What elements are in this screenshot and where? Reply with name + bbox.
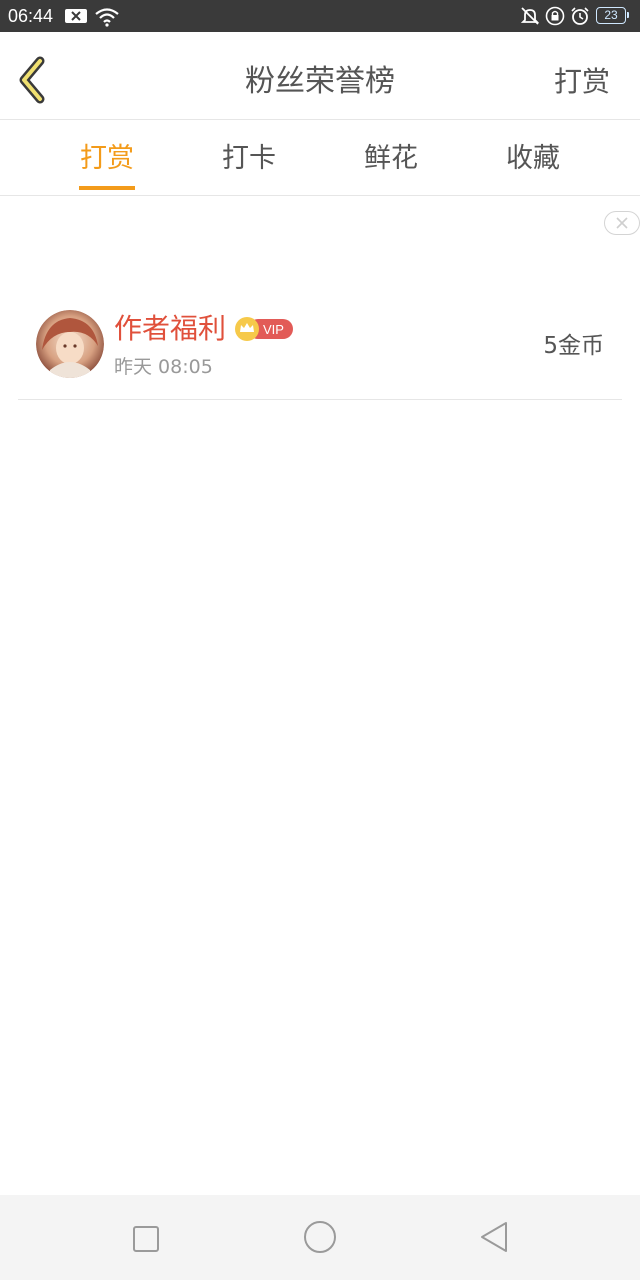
close-icon [616,217,628,229]
triangle-back-icon [481,1222,507,1252]
tab-bar: 打赏 打卡 鲜花 收藏 [0,120,640,196]
vip-badge: VIP [234,316,294,342]
active-tab-indicator [79,186,135,190]
circle-home-icon [304,1221,336,1253]
wifi-icon [95,8,119,27]
back-nav-button[interactable] [474,1219,514,1259]
timestamp: 昨天 08:05 [114,356,213,378]
home-button[interactable] [300,1219,340,1259]
status-time: 06:44 [8,6,54,26]
tab-checkin[interactable]: 打卡 [209,140,289,178]
tab-favorites[interactable]: 收藏 [493,140,573,178]
status-bar: 06:44 23 [0,0,640,32]
header-bar: 粉丝荣誉榜 打赏 [0,32,640,120]
tab-flowers[interactable]: 鲜花 [351,140,431,178]
recents-button[interactable] [126,1219,166,1259]
mute-icon [520,7,540,25]
page-title: 粉丝荣誉榜 [245,64,395,99]
battery-icon: 23 [596,7,629,24]
alarm-icon [571,7,589,25]
notification-x-icon [65,9,87,23]
tab-reward[interactable]: 打赏 [67,140,147,178]
reward-button[interactable]: 打赏 [554,62,610,102]
reward-amount: 5金币 [543,333,604,359]
username: 作者福利 [114,312,227,345]
square-recents-icon [133,1226,159,1252]
system-nav-bar [0,1195,640,1280]
list-item[interactable]: 作者福利 VIP 昨天 08:05 5金币 [18,300,622,400]
avatar [36,310,104,378]
vip-label: VIP [263,322,284,337]
lock-icon [545,6,565,26]
close-button[interactable] [604,211,640,235]
